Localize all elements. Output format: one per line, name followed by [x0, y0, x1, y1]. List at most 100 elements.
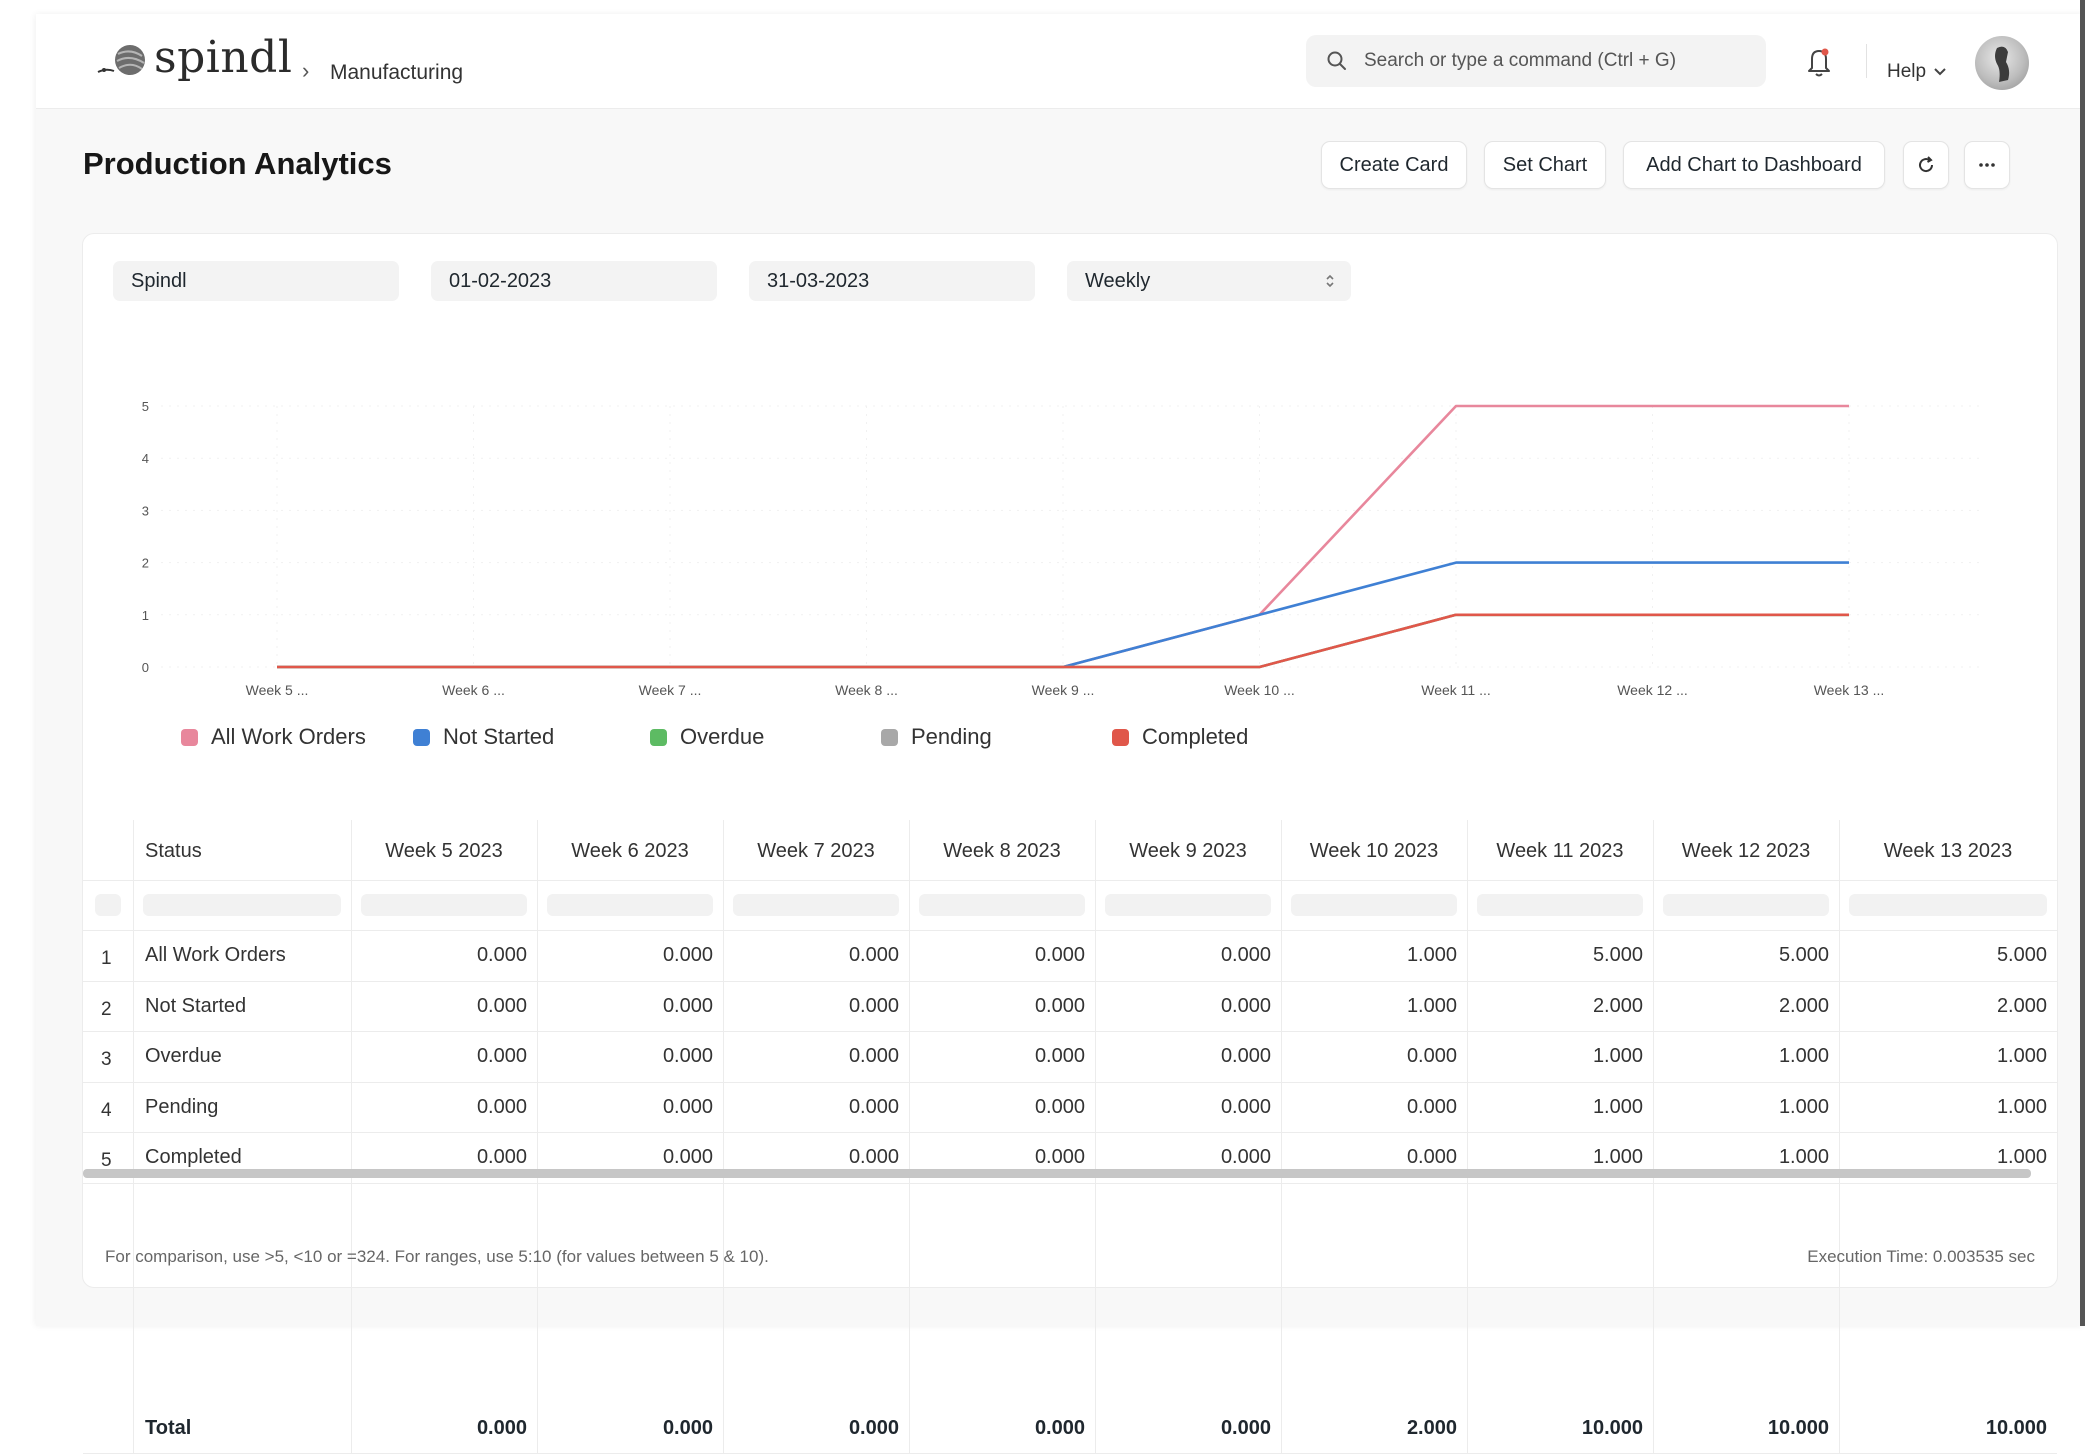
legend-swatch [650, 728, 667, 746]
status-cell[interactable]: All Work Orders [145, 944, 286, 967]
value-cell[interactable]: 0.000 [1221, 1045, 1271, 1068]
column-filter-input[interactable] [1291, 894, 1457, 916]
value-cell[interactable]: 0.000 [477, 1045, 527, 1068]
horizontal-scrollbar[interactable] [83, 1169, 2031, 1178]
value-cell[interactable]: 1.000 [1779, 1146, 1829, 1169]
column-divider [537, 820, 538, 1453]
row-number: 3 [101, 1049, 112, 1070]
value-cell[interactable]: 0.000 [477, 995, 527, 1018]
value-cell[interactable]: 0.000 [1407, 1146, 1457, 1169]
value-cell[interactable]: 5.000 [1593, 944, 1643, 967]
production-line-chart: 0 1 2 3 4 5 Week 5 ... Week 6 ... Week 7 ... Week… [142, 399, 1983, 698]
value-cell[interactable]: 1.000 [1997, 1045, 2047, 1068]
value-cell[interactable]: 5.000 [1997, 944, 2047, 967]
value-cell[interactable]: 0.000 [663, 1146, 713, 1169]
column-header[interactable]: Week 10 2023 [1281, 840, 1467, 863]
value-cell[interactable]: 1.000 [1997, 1146, 2047, 1169]
x-tick-label: Week 8 ... [835, 682, 898, 698]
value-cell[interactable]: 1.000 [1407, 944, 1457, 967]
column-header[interactable]: Week 13 2023 [1839, 840, 2057, 863]
value-cell[interactable]: 0.000 [477, 1146, 527, 1169]
column-filter-input[interactable] [1477, 894, 1643, 916]
value-cell[interactable]: 0.000 [477, 1096, 527, 1119]
add-chart-to-dashboard-button[interactable]: Add Chart to Dashboard [1623, 141, 1885, 189]
value-cell[interactable]: 1.000 [1997, 1096, 2047, 1119]
column-header[interactable]: Week 9 2023 [1095, 840, 1281, 863]
value-cell[interactable]: 0.000 [849, 944, 899, 967]
value-cell[interactable]: 2.000 [1997, 995, 2047, 1018]
value-cell[interactable]: 1.000 [1593, 1146, 1643, 1169]
value-cell[interactable]: 0.000 [1221, 1096, 1271, 1119]
ellipsis-icon [1979, 163, 1995, 167]
value-cell[interactable]: 5.000 [1779, 944, 1829, 967]
value-cell[interactable]: 0.000 [1407, 1045, 1457, 1068]
value-cell[interactable]: 0.000 [1035, 1146, 1085, 1169]
legend-label: Overdue [680, 724, 765, 749]
brand-logo[interactable]: spindl [96, 32, 292, 83]
column-header[interactable]: Status [133, 840, 351, 863]
status-cell[interactable]: Not Started [145, 995, 246, 1018]
value-cell[interactable]: 1.000 [1593, 1045, 1643, 1068]
value-cell[interactable]: 1.000 [1407, 995, 1457, 1018]
refresh-button[interactable] [1903, 141, 1949, 189]
column-header[interactable]: Week 5 2023 [351, 840, 537, 863]
column-filter-input[interactable] [733, 894, 899, 916]
status-cell[interactable]: Overdue [145, 1045, 222, 1068]
column-header[interactable]: Week 11 2023 [1467, 840, 1653, 863]
column-filter-input[interactable] [547, 894, 713, 916]
value-cell[interactable]: 0.000 [1035, 944, 1085, 967]
status-cell[interactable]: Pending [145, 1096, 218, 1119]
awesomebar[interactable] [1306, 35, 1766, 87]
column-header[interactable]: Week 12 2023 [1653, 840, 1839, 863]
legend-item[interactable]: Completed [1112, 724, 1248, 750]
column-header[interactable]: Week 8 2023 [909, 840, 1095, 863]
value-cell[interactable]: 2.000 [1593, 995, 1643, 1018]
status-cell[interactable]: Completed [145, 1146, 242, 1169]
row-divider [83, 1132, 2057, 1133]
value-cell[interactable]: 0.000 [1221, 995, 1271, 1018]
value-cell[interactable]: 0.000 [1035, 995, 1085, 1018]
value-cell[interactable]: 1.000 [1779, 1096, 1829, 1119]
value-cell[interactable]: 2.000 [1779, 995, 1829, 1018]
legend-item[interactable]: Not Started [413, 724, 554, 750]
value-cell[interactable]: 0.000 [1407, 1096, 1457, 1119]
help-dropdown[interactable]: Help [1887, 61, 1946, 83]
value-cell[interactable]: 0.000 [1035, 1045, 1085, 1068]
legend-swatch [881, 728, 898, 746]
value-cell[interactable]: 0.000 [849, 1096, 899, 1119]
column-filter-input[interactable] [1105, 894, 1271, 916]
legend-item[interactable]: All Work Orders [181, 724, 366, 750]
search-input[interactable] [1362, 49, 1746, 73]
create-card-button[interactable]: Create Card [1321, 141, 1467, 189]
user-avatar[interactable] [1975, 36, 2029, 90]
value-cell[interactable]: 0.000 [1221, 1146, 1271, 1169]
total-value-cell: 0.000 [1034, 1417, 1085, 1439]
value-cell[interactable]: 1.000 [1779, 1045, 1829, 1068]
value-cell[interactable]: 0.000 [1221, 944, 1271, 967]
value-cell[interactable]: 0.000 [1035, 1096, 1085, 1119]
column-filter-input[interactable] [143, 894, 341, 916]
column-header[interactable]: Week 6 2023 [537, 840, 723, 863]
column-filter-input[interactable] [919, 894, 1085, 916]
value-cell[interactable]: 0.000 [663, 1096, 713, 1119]
value-cell[interactable]: 0.000 [477, 944, 527, 967]
value-cell[interactable]: 0.000 [849, 1045, 899, 1068]
legend-item[interactable]: Pending [881, 724, 992, 750]
column-filter-input[interactable] [1663, 894, 1829, 916]
total-label: Total [145, 1417, 192, 1439]
set-chart-button[interactable]: Set Chart [1484, 141, 1606, 189]
value-cell[interactable]: 0.000 [663, 1045, 713, 1068]
value-cell[interactable]: 0.000 [663, 995, 713, 1018]
value-cell[interactable]: 0.000 [663, 944, 713, 967]
y-tick-label: 5 [142, 399, 149, 414]
legend-item[interactable]: Overdue [650, 724, 764, 750]
column-header[interactable]: Week 7 2023 [723, 840, 909, 863]
notification-bell-icon[interactable] [1805, 46, 1833, 78]
column-filter-input[interactable] [1849, 894, 2047, 916]
breadcrumb-manufacturing[interactable]: Manufacturing [330, 61, 463, 85]
column-filter-input[interactable] [361, 894, 527, 916]
value-cell[interactable]: 0.000 [849, 1146, 899, 1169]
more-options-button[interactable] [1964, 141, 2010, 189]
value-cell[interactable]: 0.000 [849, 995, 899, 1018]
value-cell[interactable]: 1.000 [1593, 1096, 1643, 1119]
